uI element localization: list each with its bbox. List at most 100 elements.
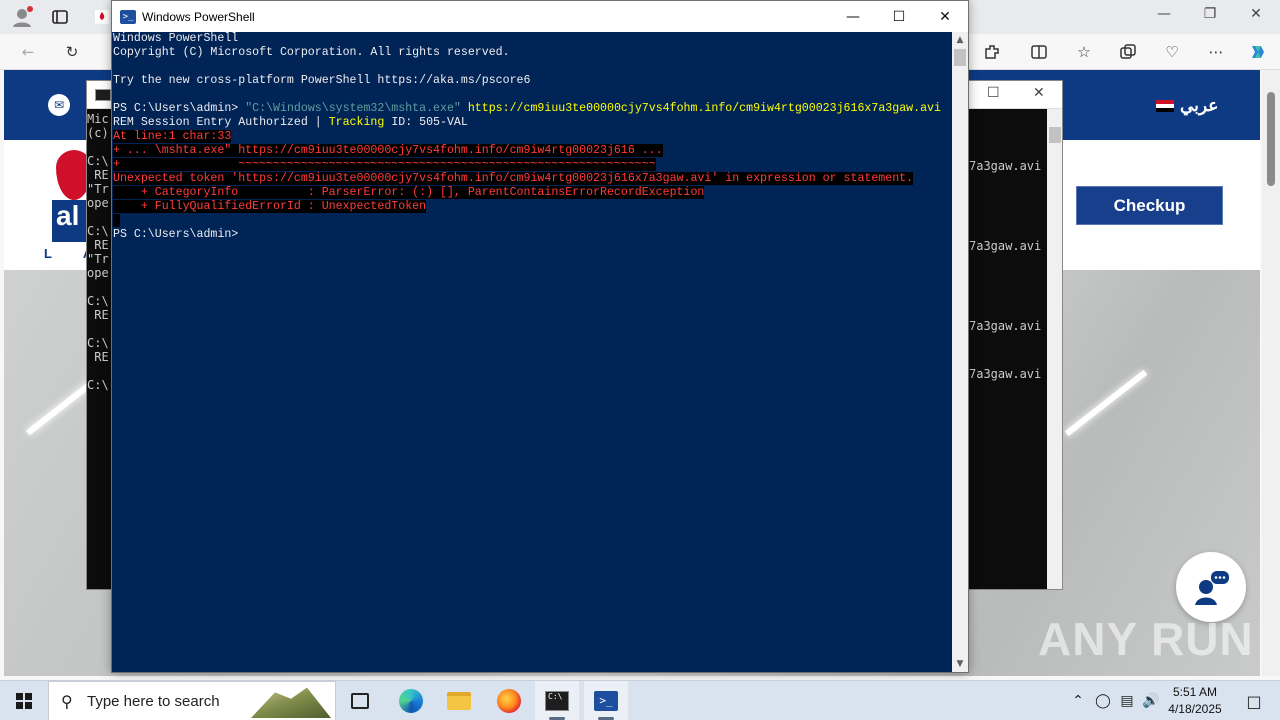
minimize-icon[interactable]: — — [830, 1, 876, 32]
cmd-titlebar[interactable]: ☐ ✕ — [969, 81, 1062, 109]
cmd-icon — [95, 89, 111, 101]
console-line: + ... \mshta.exe" https://cm9iuu3te00000… — [113, 144, 952, 158]
browser-restore-icon[interactable]: ❐ — [1198, 6, 1222, 26]
edge-icon — [399, 689, 423, 713]
cmd-output-fragment: 7a3gaw.avi — [969, 159, 1042, 173]
taskbar-cmd[interactable]: C:\ — [535, 681, 579, 720]
notifications-icon[interactable]: □ — [1234, 681, 1274, 720]
language-switch[interactable]: عربي — [1156, 96, 1218, 116]
console-text: ID: 505-VAL — [384, 116, 468, 129]
cmd-maximize-icon[interactable]: ☐ — [987, 85, 1000, 101]
console-text: Windows PowerShell — [113, 32, 239, 45]
task-view-icon — [351, 693, 369, 709]
powershell-scrollbar-thumb[interactable] — [954, 49, 966, 66]
cmd-scrollbar-thumb[interactable] — [1049, 127, 1061, 143]
taskbar-powershell[interactable]: >_ — [584, 681, 628, 720]
profile-icon[interactable] — [10, 5, 34, 29]
console-text: + CategoryInfo : ParserError: (:) [], Pa… — [113, 186, 705, 199]
powershell-console[interactable]: Windows PowerShell Copyright (C) Microsof… — [112, 32, 952, 672]
console-line: Windows PowerShell — [113, 32, 952, 46]
console-text: Tracking — [328, 116, 385, 129]
settings-more-icon[interactable]: ⋯ — [1204, 40, 1228, 64]
checkup-button[interactable]: Checkup — [1076, 186, 1223, 225]
show-hidden-icons-icon[interactable]: ⌃ — [1068, 681, 1088, 720]
email-icon[interactable]: ✉ — [48, 94, 70, 116]
powershell-icon: >_ — [594, 691, 618, 711]
powershell-titlebar[interactable]: >_ Windows PowerShell — ☐ ✕ — [112, 1, 968, 32]
browser-minimize-icon[interactable]: — — [1152, 6, 1176, 26]
console-text: At line:1 char:33 — [113, 130, 232, 143]
console-text: "C:\Windows\system32\mshta.exe" — [245, 102, 461, 115]
console-line: Copyright (C) Microsoft Corporation. All… — [113, 46, 952, 60]
console-line: PS C:\Users\admin> — [113, 228, 952, 242]
search-icon: ⚲ — [61, 691, 73, 711]
console-text: + ~~~~~~~~~~~~~~~~~~~~~~~~~~~~~~~~~~~~~~… — [113, 158, 656, 171]
volume-icon[interactable]: 🔊 — [1140, 681, 1162, 720]
taskbar-firefox[interactable] — [487, 681, 531, 720]
console-line: + CategoryInfo : ParserError: (:) [], Pa… — [113, 186, 952, 200]
console-text: Unexpected token 'https://cm9iuu3te00000… — [113, 172, 914, 185]
console-text: https://cm9iuu3te00000cjy7vs4fohm.info/c… — [460, 102, 941, 115]
cmd-output-fragment: 7a3gaw.avi — [969, 367, 1042, 381]
console-line: PS C:\Users\admin> "C:\Windows\system32\… — [113, 102, 952, 116]
anyrun-watermark: ANY RUN — [1038, 613, 1254, 665]
extensions-icon[interactable] — [980, 40, 1004, 64]
windows-logo-icon — [16, 693, 32, 709]
scroll-down-icon[interactable]: ▼ — [952, 656, 968, 672]
tab-actions-icon[interactable] — [48, 5, 72, 29]
powershell-title: Windows PowerShell — [142, 9, 255, 24]
scroll-up-icon[interactable]: ▲ — [952, 32, 968, 48]
console-text: + FullyQualifiedErrorId : UnexpectedToke… — [113, 200, 427, 213]
taskbar-edge[interactable] — [389, 681, 433, 720]
maximize-icon[interactable]: ☐ — [876, 1, 922, 32]
task-view-button[interactable] — [338, 681, 382, 720]
page-scrollbar-thumb[interactable] — [1267, 92, 1275, 186]
cmd-output-fragment: 7a3gaw.avi — [969, 239, 1042, 253]
cmd-scrollbar[interactable] — [1047, 109, 1062, 589]
cmd-output-fragment: 7a3gaw.avi — [969, 319, 1042, 333]
split-screen-icon[interactable] — [1027, 40, 1051, 64]
console-text: + ... \mshta.exe" https://cm9iuu3te00000… — [113, 144, 663, 157]
device-icon[interactable]: ◯ — [1092, 681, 1114, 720]
console-line: + ~~~~~~~~~~~~~~~~~~~~~~~~~~~~~~~~~~~~~~… — [113, 158, 952, 172]
console-line — [113, 214, 952, 228]
start-button[interactable] — [0, 681, 48, 720]
taskbar-file-explorer[interactable] — [437, 681, 481, 720]
console-line: Try the new cross-platform PowerShell ht… — [113, 74, 952, 88]
search-placeholder: Type here to search — [87, 692, 220, 710]
console-line: REM Session Entry Authorized | Tracking … — [113, 116, 952, 130]
system-clock[interactable]: 5:51 AM 4/18/2025 — [1160, 684, 1230, 718]
powershell-window[interactable]: >_ Windows PowerShell — ☐ ✕ Windows Powe… — [111, 0, 969, 673]
console-line: At line:1 char:33 — [113, 130, 952, 144]
clock-time: 5:51 AM — [1172, 685, 1218, 699]
taskbar: ⚲ Type here to search C:\ >_ ⌃ ◯ ▤ 🔊 5:5… — [0, 680, 1280, 720]
browser-essentials-icon[interactable]: ♡ — [1160, 40, 1184, 64]
console-text — [113, 214, 120, 227]
console-text: PS C:\Users\admin> — [113, 102, 246, 115]
console-text: REM Session Entry Authorized | — [113, 116, 329, 129]
favorites-icon[interactable]: ☆ — [1072, 40, 1096, 64]
console-line: Unexpected token 'https://cm9iuu3te00000… — [113, 172, 952, 186]
console-text: Copyright (C) Microsoft Corporation. All… — [113, 46, 510, 59]
collections-icon[interactable] — [1116, 40, 1140, 64]
page-scrollbar[interactable] — [1262, 70, 1280, 676]
powershell-scrollbar[interactable]: ▲ ▼ — [952, 32, 968, 672]
language-label: عربي — [1180, 96, 1219, 115]
refresh-icon[interactable]: ↻ — [60, 40, 84, 64]
browser-close-icon[interactable]: ✕ — [1244, 6, 1268, 26]
search-highlight-image — [251, 687, 331, 718]
console-text: PS C:\Users\admin> — [113, 228, 239, 241]
clock-date: 4/18/2025 — [1168, 702, 1222, 716]
cmd-close-icon[interactable]: ✕ — [1033, 85, 1045, 101]
ceiling-light — [1064, 369, 1148, 437]
close-icon[interactable]: ✕ — [922, 1, 968, 32]
egypt-flag-icon — [1156, 100, 1174, 112]
network-icon[interactable]: ▤ — [1116, 681, 1138, 720]
cmd-window-behind-right[interactable]: ☐ ✕ 7a3gaw.avi 7a3gaw.avi 7a3gaw.avi 7a3… — [968, 80, 1063, 590]
copilot-icon[interactable] — [1246, 40, 1270, 64]
back-icon[interactable]: ← — [16, 40, 40, 64]
taskbar-search[interactable]: ⚲ Type here to search — [48, 681, 336, 720]
powershell-icon: >_ — [120, 9, 136, 24]
